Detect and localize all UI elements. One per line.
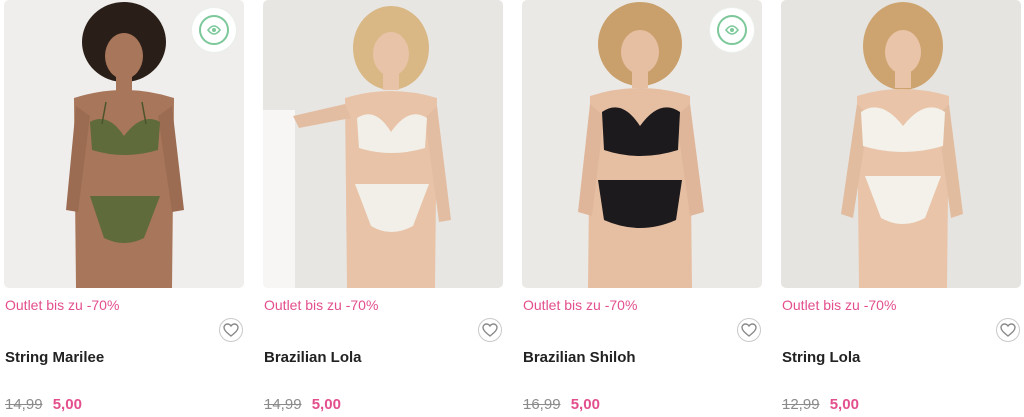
product-name[interactable]: Brazilian Lola [264,349,362,366]
wishlist-button[interactable] [737,318,761,342]
old-price: 12,99 [782,396,820,413]
old-price: 16,99 [523,396,561,413]
promo-label: Outlet bis zu -70% [782,297,897,313]
sustainable-badge-icon [192,8,236,52]
sale-price: 5,00 [52,396,82,413]
product-name[interactable]: String Marilee [5,349,104,366]
product-price: 16,99 5,00 [523,396,600,413]
heart-icon [223,323,239,337]
old-price: 14,99 [5,396,43,413]
wishlist-button[interactable] [996,318,1020,342]
old-price: 14,99 [264,396,302,413]
product-card: Outlet bis zu -70% Brazilian Shiloh 16,9… [522,0,762,417]
promo-label: Outlet bis zu -70% [264,297,379,313]
product-price: 14,99 5,00 [5,396,82,413]
product-name[interactable]: String Lola [782,349,860,366]
sustainable-badge-icon [710,8,754,52]
heart-icon [1000,323,1016,337]
heart-icon [741,323,757,337]
promo-label: Outlet bis zu -70% [5,297,120,313]
product-price: 14,99 5,00 [264,396,341,413]
wishlist-button[interactable] [219,318,243,342]
product-card: Outlet bis zu -70% String Lola 12,99 5,0… [781,0,1021,417]
product-image[interactable] [263,0,503,288]
sale-price: 5,00 [570,396,600,413]
wishlist-button[interactable] [478,318,502,342]
heart-icon [482,323,498,337]
product-grid: Outlet bis zu -70% String Marilee 14,99 … [0,0,1024,417]
product-price: 12,99 5,00 [782,396,859,413]
promo-label: Outlet bis zu -70% [523,297,638,313]
product-image[interactable] [781,0,1021,288]
sale-price: 5,00 [829,396,859,413]
product-name[interactable]: Brazilian Shiloh [523,349,636,366]
product-card: Outlet bis zu -70% Brazilian Lola 14,99 … [263,0,503,417]
sale-price: 5,00 [311,396,341,413]
product-card: Outlet bis zu -70% String Marilee 14,99 … [4,0,244,417]
